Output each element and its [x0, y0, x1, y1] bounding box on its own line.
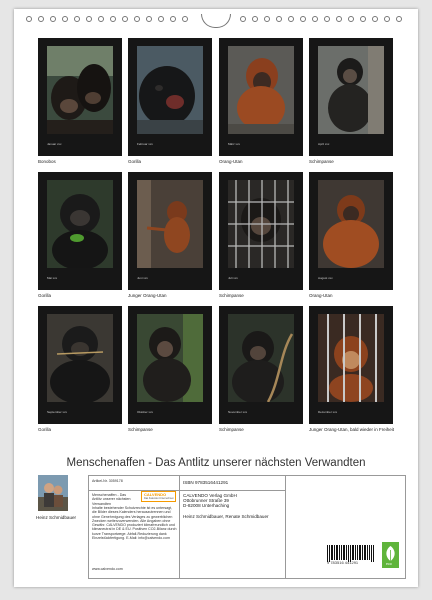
binding-hole	[74, 16, 80, 22]
calvendo-logo: CALVENDO Das Kalender-Unternehmen	[141, 491, 176, 502]
month-label: September xxx	[47, 410, 68, 414]
binding-hole	[158, 16, 164, 22]
calendar-title: Menschenaffen - Das Antlitz unserer näch…	[66, 457, 366, 469]
eco-leaf-icon: eco	[382, 542, 399, 568]
month-label: Juni xxx	[137, 276, 148, 280]
binding-hole	[396, 16, 402, 22]
orangutan-photo	[318, 180, 384, 268]
isbn: ISBN 9783516441291	[183, 480, 229, 485]
bonobos-photo	[47, 46, 113, 134]
legal-notice: Inhalte bestehender Schutzrechte ist es …	[92, 506, 177, 541]
thumbnail-caption: Junger Orang-Utan	[128, 293, 167, 298]
divider	[179, 476, 180, 578]
binding-hole	[372, 16, 378, 22]
binding-hole	[26, 16, 32, 22]
month-thumbnail-november: November xxx	[219, 306, 303, 424]
thumbnail-caption: Schimpanse	[128, 427, 153, 432]
calendar-back-cover: Januar xxx Bonobos Februar xxx Gorilla M…	[14, 9, 418, 587]
thumbnail-caption: Junger Orang-Utan, bald wieder in Freihe…	[309, 427, 395, 432]
month-label: April xxx	[318, 142, 330, 146]
month-thumbnail-january: Januar xxx	[38, 38, 122, 156]
month-thumbnail-may: Mai xxx	[38, 172, 122, 290]
caged-chimpanzee-photo	[228, 180, 294, 268]
binding-hole	[312, 16, 318, 22]
binding-hole	[146, 16, 152, 22]
month-label: Juli xxx	[228, 276, 238, 280]
eco-label: eco	[386, 562, 392, 566]
month-thumbnail-august: August xxx	[309, 172, 393, 290]
gorilla-photo	[137, 46, 203, 134]
binding-hole	[252, 16, 258, 22]
website: www.calvendo.com	[92, 567, 123, 571]
orangutan-photo	[228, 46, 294, 134]
binding-hole	[276, 16, 282, 22]
product-name: Menschenaffen - Das Antlitz unserer näch…	[92, 493, 131, 506]
month-label: Januar xxx	[47, 142, 62, 146]
binding-hole	[134, 16, 140, 22]
month-thumbnail-march: März xxx	[219, 38, 303, 156]
month-thumbnail-july: Juli xxx	[219, 172, 303, 290]
binding-hole	[170, 16, 176, 22]
month-thumbnail-december: Dezember xxx	[309, 306, 393, 424]
gorilla-photo	[47, 180, 113, 268]
gorilla-photo	[47, 314, 113, 402]
article-number: Artikel-Nr. 3059178	[92, 479, 123, 483]
chimpanzee-photo	[318, 46, 384, 134]
authors: Heinz Schmidbauer, Renate Schmidbauer	[183, 514, 269, 519]
month-thumbnail-september: September xxx	[38, 306, 122, 424]
month-label: Oktober xxx	[137, 410, 154, 414]
thumbnail-caption: Schimpanse	[219, 293, 244, 298]
binding-hole	[122, 16, 128, 22]
author-name: Heinz Schmidbauer	[36, 515, 77, 520]
month-label: Mai xxx	[47, 276, 58, 280]
author-photo	[38, 475, 68, 511]
chimpanzee-photo	[228, 314, 294, 402]
binding-hole	[86, 16, 92, 22]
binding-hole	[98, 16, 104, 22]
month-thumbnail-june: Juni xxx	[128, 172, 212, 290]
binding-hole	[50, 16, 56, 22]
thumbnail-caption: Schimpanse	[219, 427, 244, 432]
hanger-hook	[201, 14, 231, 28]
binding-hole	[110, 16, 116, 22]
binding-hole	[240, 16, 246, 22]
month-thumbnail-april: April xxx	[309, 38, 393, 156]
chimpanzee-photo	[137, 314, 203, 402]
month-label: Februar xxx	[137, 142, 153, 146]
month-label: Dezember xxx	[318, 410, 338, 414]
product-info-box: Artikel-Nr. 3059178 Menschenaffen - Das …	[88, 475, 406, 579]
binding-hole	[300, 16, 306, 22]
month-label: November xxx	[228, 410, 248, 414]
binding-hole	[62, 16, 68, 22]
thumbnail-caption: Gorilla	[38, 293, 52, 298]
binding-hole	[324, 16, 330, 22]
thumbnail-caption: Bonobos	[38, 159, 56, 164]
binding-hole	[38, 16, 44, 22]
thumbnail-caption: Orang-Utan	[309, 293, 333, 298]
binding-hole	[264, 16, 270, 22]
month-label: März xxx	[228, 142, 240, 146]
binding-hole	[384, 16, 390, 22]
young-orangutan-photo	[137, 180, 203, 268]
binding-hole	[182, 16, 188, 22]
spiral-binding	[14, 9, 418, 31]
thumbnail-caption: Orang-Utan	[219, 159, 243, 164]
binding-hole	[336, 16, 342, 22]
binding-hole	[348, 16, 354, 22]
divider	[180, 490, 285, 491]
caged-young-orangutan-photo	[318, 314, 384, 402]
barcode: 9 783516 441291	[325, 544, 377, 566]
divider	[285, 476, 286, 578]
thumbnail-caption: Schimpanse	[309, 159, 334, 164]
month-thumbnail-october: Oktober xxx	[128, 306, 212, 424]
month-thumbnail-february: Februar xxx	[128, 38, 212, 156]
binding-hole	[360, 16, 366, 22]
month-label: August xxx	[318, 276, 333, 280]
thumbnail-caption: Gorilla	[38, 427, 52, 432]
binding-hole	[288, 16, 294, 22]
thumbnail-caption: Gorilla	[128, 159, 142, 164]
publisher-line: D-82008 Unterhaching	[183, 503, 230, 508]
barcode-number: 9 783516 441291	[327, 560, 359, 565]
